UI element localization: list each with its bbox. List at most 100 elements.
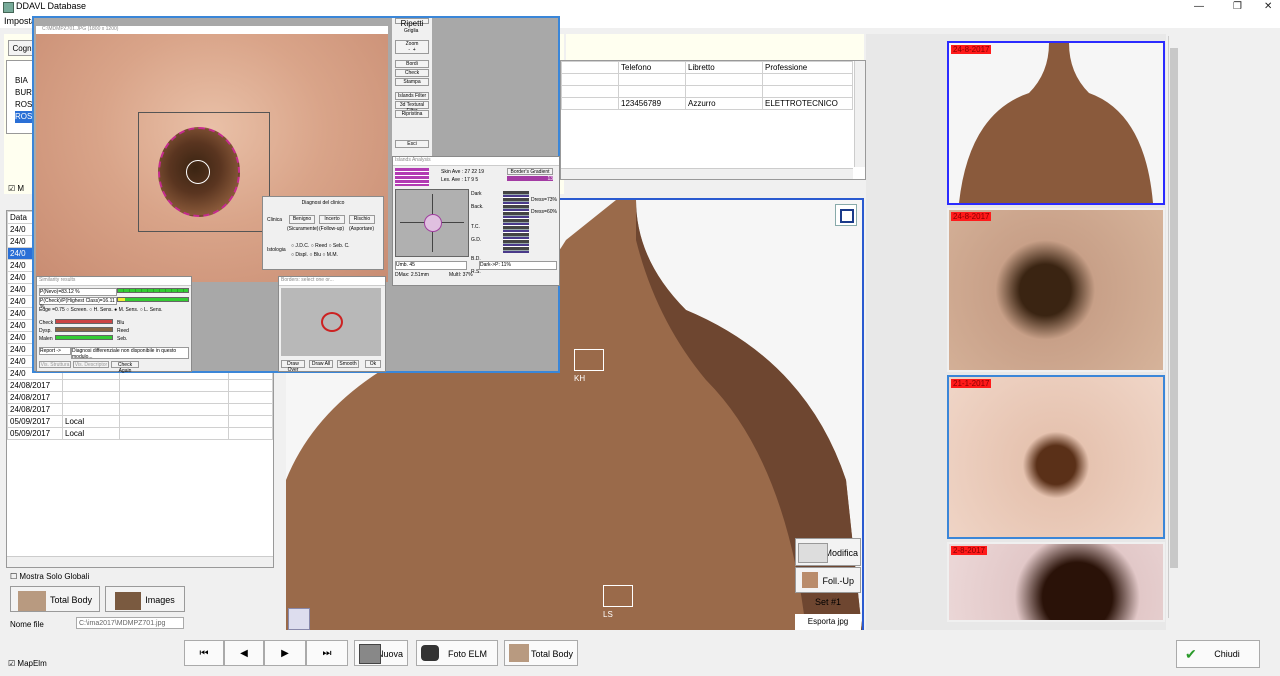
visit-place[interactable] [62,391,120,404]
cell-libretto[interactable]: Azzurro [685,97,763,110]
follow-up-button[interactable]: Foll.-Up [795,567,861,593]
images-button[interactable]: Images [105,586,185,612]
patient-row[interactable]: BUR [15,87,32,99]
p-check: P(Check)/P(Highest Class)=16.11 % [39,297,117,310]
visit-row[interactable]: 24/08/2017 [7,391,273,404]
report-label: Report -> [39,347,71,355]
marker-kh[interactable] [574,349,604,371]
esporta-jpg-button[interactable]: Esporta jpg [795,614,861,630]
chiudi-button[interactable]: ✔ Chiudi [1176,640,1260,668]
total-body-button[interactable]: Total Body [10,586,100,612]
visit-place[interactable]: Local [62,415,120,428]
thumb-2[interactable]: 24-8-2017 [947,208,1165,372]
last-button[interactable]: ⏭ [306,640,348,666]
visit-cell[interactable] [119,379,229,392]
filename-field[interactable]: C:\ima2017\MDMPZ701.jpg [76,617,184,629]
istologia-opts1[interactable]: ○ J.D.C. ○ Reed ○ Seb. C. [291,243,350,249]
viewer-border-right [862,198,864,630]
incerto-button[interactable]: Incerto [319,215,345,224]
textural-filter-button[interactable]: 3d Textural Filter [395,101,429,114]
rischio-button[interactable]: Rischio [349,215,375,224]
gradient-button[interactable]: Border's Gradient [507,168,553,175]
visit-cell[interactable] [228,391,273,404]
patient-row-selected[interactable]: ROS [15,111,33,123]
visit-date[interactable]: 24/08/2017 [7,403,63,416]
visit-place[interactable] [62,379,120,392]
modifica-button[interactable]: Modifica [795,538,861,566]
check-button[interactable]: Check [395,69,429,77]
ripristina-button[interactable]: Ripristina [395,110,429,118]
patients-hscroll[interactable] [561,168,853,179]
visit-row[interactable]: 05/09/2017 Local [7,415,273,428]
foto-elm-button[interactable]: Foto ELM [416,640,498,666]
islands-filter-button[interactable]: Islands Filter [395,92,429,100]
minimize-icon[interactable]: — [1194,1,1204,12]
patient-row[interactable]: ROS [15,99,32,111]
visit-place[interactable]: Local [62,427,120,440]
ripetti-button[interactable]: Ripetti [395,18,429,28]
col-telefono[interactable]: Telefono [618,61,686,74]
draw-over-button[interactable]: Draw Over [281,360,305,373]
stampa-button[interactable]: Stampa [395,78,429,86]
patient-row[interactable]: BIA [15,75,32,87]
thumbs-scrollbar[interactable] [1168,36,1179,618]
thumbs-scroll-thumb[interactable] [1170,48,1178,568]
visit-date[interactable]: 24/08/2017 [7,391,63,404]
cell-telefono[interactable]: 123456789 [618,97,686,110]
visit-cell[interactable] [228,415,273,428]
vis-struttura-button[interactable]: Vis. Struttura [39,361,71,368]
dress-60: Dress=60% [531,209,557,215]
fullscreen-icon[interactable] [835,204,857,226]
visit-cell[interactable] [119,403,229,416]
bordi-button[interactable]: Bordi [395,60,429,68]
ok-button[interactable]: Ok [365,360,381,368]
visit-row[interactable]: 24/08/2017 [7,379,273,392]
benigno-button[interactable]: Benigno [289,215,315,224]
total-body-nav-icon [509,644,529,662]
trash-icon[interactable] [288,608,310,630]
restore-icon[interactable]: ❐ [1233,1,1242,12]
visit-cell[interactable] [228,403,273,416]
islands-title: Islands Analysis [393,157,559,166]
check-again-button[interactable]: Check Again [111,361,139,374]
visit-cell[interactable] [119,427,229,440]
set-label: Set #1 [814,597,842,607]
visit-cell[interactable] [228,379,273,392]
thumb-1[interactable]: 24-8-2017 [947,41,1165,205]
report-text: Diagnosi differenziale non disponibile i… [71,347,189,360]
nuova-button[interactable]: Nuova [354,640,408,666]
thumb-3[interactable]: 21-1-2017 [947,375,1165,539]
prev-button[interactable]: ◀ [224,640,264,666]
show-global-checkbox[interactable]: ☐ Mostra Solo Globali [10,572,89,581]
visit-cell[interactable] [228,427,273,440]
visit-date[interactable]: 05/09/2017 [7,415,63,428]
visit-date[interactable]: 24/08/2017 [7,379,63,392]
col-professione[interactable]: Professione [762,61,853,74]
patients-scrollbar[interactable] [854,61,865,167]
thumb-4[interactable]: 2-8-2017 [947,542,1165,622]
visits-hscroll[interactable] [7,556,273,567]
col-libretto[interactable]: Libretto [685,61,763,74]
visit-row[interactable]: 05/09/2017 Local [7,427,273,440]
close-icon[interactable]: ✕ [1264,1,1272,12]
cell-professione[interactable]: ELETTROTECNICO [762,97,853,110]
elm-window: C:\MDMPZ701.JPG (1800 x 1200) Ripetti Gr… [32,16,560,374]
total-body-nav-button[interactable]: Total Body [504,640,578,666]
vis-descriptor-button[interactable]: Vis. Descriptor [73,361,109,368]
esci-button[interactable]: Esci [395,140,429,148]
smooth-button[interactable]: Smooth [337,360,359,368]
visit-place[interactable] [62,403,120,416]
draw-all-button[interactable]: Draw All [309,360,333,368]
next-button[interactable]: ▶ [264,640,306,666]
visit-row[interactable]: 24/08/2017 [7,403,273,416]
mapelm-checkbox[interactable]: ☑ MapElm [8,659,47,668]
visit-cell[interactable] [119,391,229,404]
istologia-opts2[interactable]: ○ Displ. ○ Blu ○ M.M. [291,252,338,258]
first-button[interactable]: ⏮ [184,640,224,666]
visit-cell[interactable] [119,415,229,428]
patients-checkbox[interactable]: ☑ M [8,184,24,193]
visit-date[interactable]: 05/09/2017 [7,427,63,440]
nuova-icon [359,644,381,664]
marker-ls[interactable] [603,585,633,607]
zoom-control[interactable]: Zoom - + [395,40,429,54]
